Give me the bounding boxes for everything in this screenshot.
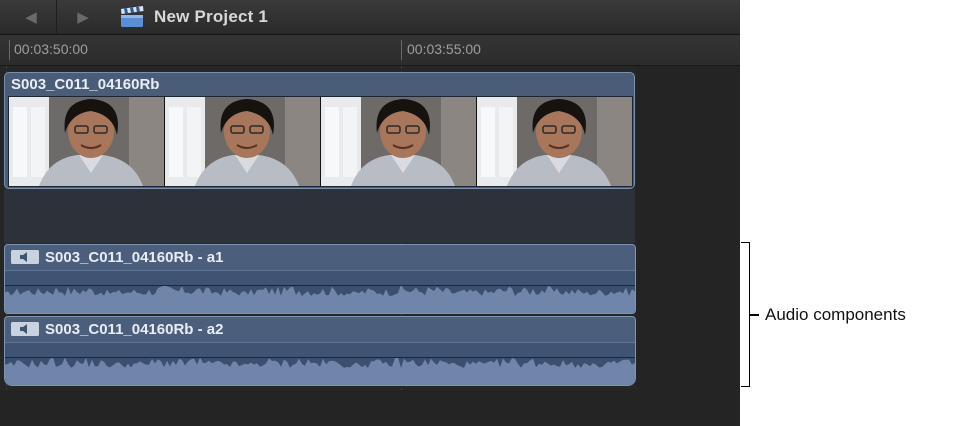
back-arrow-icon: ◀ [25,9,37,26]
audio-component-a2[interactable]: S003_C011_04160Rb - a2 [4,316,636,386]
project-title: New Project 1 [154,7,269,26]
ruler-label-mid: 00:03:55:00 [407,41,481,57]
ruler-label-start: 00:03:50:00 [14,41,88,57]
callout-label: Audio components [765,305,906,324]
ruler-tick [9,40,10,60]
filmstrip-frame [477,97,632,186]
toolbar: ◀ ▶ New Project 1 [0,0,740,35]
forward-button[interactable]: ▶ [58,0,108,34]
forward-arrow-icon: ▶ [77,9,89,26]
video-filmstrip [8,96,633,187]
speaker-icon [11,322,39,336]
audio-component-header: S003_C011_04160Rb - a1 [5,245,635,269]
audio-component-header: S003_C011_04160Rb - a2 [5,317,635,341]
audio-component-name: S003_C011_04160Rb - a2 [45,320,224,338]
audio-level-band [5,270,635,285]
audio-component-name: S003_C011_04160Rb - a1 [45,248,224,266]
filmstrip-frame [165,97,321,186]
empty-timeline-region[interactable] [636,66,740,426]
video-clip-audio-area [4,189,635,243]
audio-level-band [5,342,635,357]
ruler-tick [401,40,402,60]
audio-waveform [5,358,635,385]
filmstrip-frame [321,97,477,186]
clapperboard-icon [121,6,144,27]
filmstrip-frame [9,97,165,186]
timeline-bottom-area [0,390,740,426]
audio-waveform [5,286,635,313]
back-button[interactable]: ◀ [6,0,57,34]
video-clip[interactable]: S003_C011_04160Rb [4,72,635,189]
speaker-icon [11,250,39,264]
timecode-ruler[interactable]: 00:03:50:00 00:03:55:00 [0,35,740,66]
callout-bracket-tick [749,314,759,316]
video-clip-name: S003_C011_04160Rb [11,76,160,93]
audio-component-a1[interactable]: S003_C011_04160Rb - a1 [4,244,636,314]
timeline-window: ◀ ▶ New Project 1 00:03:50:00 00:03:55:0… [0,0,740,426]
